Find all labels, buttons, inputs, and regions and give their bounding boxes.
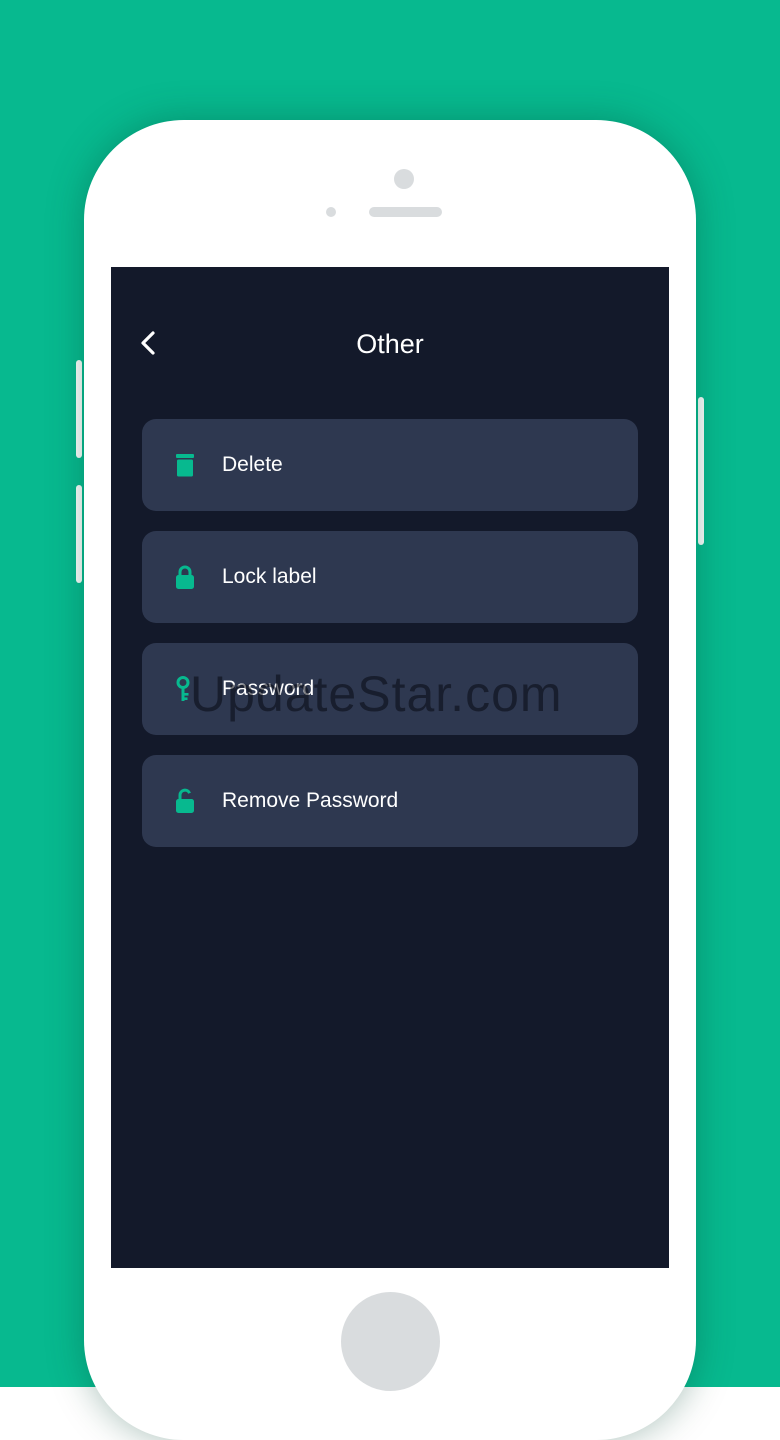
earpiece-speaker (369, 207, 442, 217)
back-button[interactable] (131, 325, 167, 361)
lock-icon (172, 564, 198, 590)
chevron-left-icon (141, 331, 155, 355)
front-camera (394, 169, 414, 189)
remove-password-button[interactable]: Remove Password (142, 755, 638, 847)
remove-password-label: Remove Password (222, 789, 399, 812)
trash-icon (172, 452, 198, 478)
password-label: Password (222, 677, 315, 700)
lock-label-text: Lock label (222, 565, 317, 588)
app-screen: Other Delete Lock label Password Remove … (111, 267, 669, 1268)
page-title: Other (356, 329, 424, 359)
lock-label-button[interactable]: Lock label (142, 531, 638, 623)
proximity-sensor (326, 207, 336, 217)
volume-down-button (76, 485, 82, 583)
nav-bar: Other (111, 307, 669, 381)
power-button (698, 397, 704, 545)
unlock-icon (172, 788, 198, 814)
delete-button[interactable]: Delete (142, 419, 638, 511)
menu-list: Delete Lock label Password Remove Passwo… (142, 419, 638, 867)
delete-label: Delete (222, 453, 283, 476)
home-button[interactable] (341, 1292, 440, 1391)
password-button[interactable]: Password (142, 643, 638, 735)
key-icon (172, 676, 198, 702)
volume-up-button (76, 360, 82, 458)
